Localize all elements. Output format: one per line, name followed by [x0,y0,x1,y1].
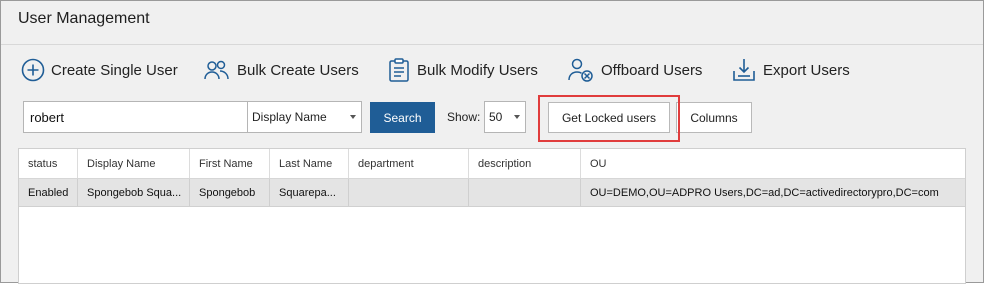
page-size-select[interactable]: 50 [484,101,526,133]
remove-user-icon [568,58,593,82]
table-cell: OU=DEMO,OU=ADPRO Users,DC=ad,DC=activedi… [590,186,939,199]
column-header[interactable]: Display Name [78,149,190,178]
title-bar: User Management [1,1,983,45]
table-cell: Squarepa... [270,179,349,206]
search-button[interactable]: Search [370,102,435,133]
export-users-label: Export Users [763,61,850,79]
chevron-down-icon [514,115,520,119]
table-cell [349,179,469,206]
search-field-value: Display Name [252,110,327,124]
column-header[interactable]: status [19,149,78,178]
table-cell: Spongebob [190,179,270,206]
add-user-icon [21,58,45,82]
get-locked-users-button[interactable]: Get Locked users [548,102,670,133]
window-title: User Management [18,10,150,27]
bulk-modify-users-button[interactable]: Bulk Modify Users [387,53,538,87]
show-label: Show: [447,110,481,124]
bulk-modify-users-label: Bulk Modify Users [417,61,538,79]
users-grid[interactable]: status Display Name First Name Last Name… [18,148,966,284]
offboard-users-label: Offboard Users [601,61,703,79]
toolbar: Create Single User Bulk Create Users Bul… [1,53,983,87]
table-cell: Spongebob Squa... [78,179,190,206]
bulk-create-users-button[interactable]: Bulk Create Users [203,53,359,87]
table-cell [469,179,581,206]
search-field-select[interactable]: Display Name [247,101,362,133]
column-header[interactable]: First Name [190,149,270,178]
table-cell: Enabled [19,179,78,206]
offboard-users-button[interactable]: Offboard Users [567,53,702,87]
search-input[interactable] [23,101,248,133]
column-header[interactable]: OU [581,149,965,178]
create-single-user-button[interactable]: Create Single User [21,53,178,87]
column-header[interactable]: description [469,149,581,178]
table-row[interactable]: Enabled Spongebob Squa... Spongebob Squa… [19,179,965,207]
user-management-window: User Management Create Single User Bulk … [0,0,984,284]
export-users-button[interactable]: Export Users [731,53,850,87]
users-icon [204,60,229,80]
bulk-create-users-label: Bulk Create Users [237,61,359,79]
chevron-down-icon [350,115,356,119]
columns-button[interactable]: Columns [676,102,752,133]
column-header[interactable]: Last Name [270,149,349,178]
page-size-value: 50 [489,110,503,124]
grid-header: status Display Name First Name Last Name… [19,149,965,179]
export-icon [733,59,755,81]
clipboard-icon [389,58,409,82]
search-bar: Display Name Search Show: 50 Get Locked … [1,95,983,142]
column-header[interactable]: department [349,149,469,178]
create-single-user-label: Create Single User [51,61,178,79]
